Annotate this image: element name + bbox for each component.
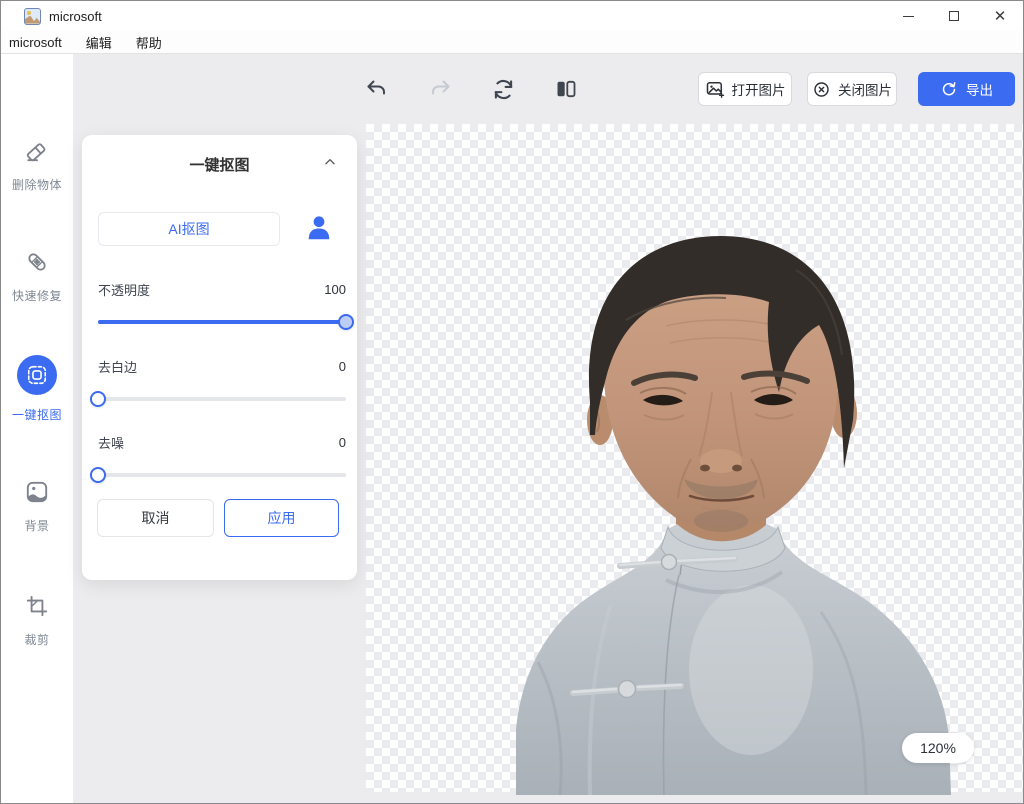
- apply-label: 应用: [268, 508, 296, 528]
- close-image-button[interactable]: 关闭图片: [807, 72, 897, 106]
- slider-value: 100: [324, 282, 346, 297]
- slider-value: 0: [339, 435, 346, 450]
- export-button[interactable]: 导出: [918, 72, 1015, 106]
- slider-label: 去噪: [98, 433, 124, 452]
- slider-label: 去白边: [98, 357, 137, 376]
- zoom-level-text: 120%: [920, 740, 956, 756]
- ai-matting-label: AI抠图: [168, 219, 209, 239]
- sidebar-item-label: 快速修复: [1, 287, 73, 304]
- close-image-icon: [812, 80, 831, 99]
- close-image-label: 关闭图片: [838, 79, 892, 99]
- eraser-icon: [1, 137, 73, 165]
- cutout-icon: [17, 355, 57, 395]
- menu-bar: microsoft 编辑 帮助: [1, 31, 1023, 54]
- menu-help[interactable]: 帮助: [136, 33, 162, 52]
- title-bar: microsoft ✕: [1, 1, 1023, 31]
- redo-icon: [428, 77, 452, 101]
- reset-button[interactable]: [488, 74, 518, 104]
- sidebar-item-background[interactable]: 背景: [1, 478, 73, 534]
- close-button[interactable]: ✕: [977, 1, 1023, 31]
- cancel-button[interactable]: 取消: [97, 499, 214, 537]
- sidebar-item-one-click-cutout[interactable]: 一键抠图: [1, 355, 73, 423]
- undo-button[interactable]: [362, 74, 392, 104]
- compare-button[interactable]: [551, 74, 581, 104]
- opacity-slider-group: 不透明度 100: [98, 280, 346, 324]
- bandage-icon: [1, 248, 73, 276]
- maximize-icon: [949, 11, 959, 21]
- apply-button[interactable]: 应用: [224, 499, 339, 537]
- denoise-slider-group: 去噪 0: [98, 433, 346, 477]
- sidebar: 删除物体 快: [1, 54, 73, 803]
- canvas[interactable]: 120%: [366, 124, 1023, 792]
- sidebar-item-crop[interactable]: 裁剪: [1, 592, 73, 648]
- panel-title: 一键抠图: [82, 154, 357, 175]
- zoom-level-badge[interactable]: 120%: [902, 733, 974, 763]
- compare-icon: [554, 77, 578, 101]
- window-title: microsoft: [49, 9, 102, 24]
- sidebar-item-label: 一键抠图: [1, 406, 73, 423]
- export-label: 导出: [966, 79, 993, 99]
- slider-thumb[interactable]: [338, 314, 354, 330]
- menu-edit[interactable]: 编辑: [86, 33, 112, 52]
- slider-thumb[interactable]: [90, 467, 106, 483]
- sidebar-item-remove-object[interactable]: 删除物体: [1, 137, 73, 193]
- slider-track[interactable]: [98, 397, 346, 401]
- slider-fill: [98, 320, 346, 324]
- editor-content: 打开图片 关闭图片 导出: [73, 54, 1023, 803]
- sidebar-item-label: 删除物体: [1, 176, 73, 193]
- slider-track[interactable]: [98, 473, 346, 477]
- open-image-button[interactable]: 打开图片: [698, 72, 792, 106]
- maximize-button[interactable]: [931, 1, 977, 31]
- app-logo-icon: [24, 8, 41, 25]
- minimize-button[interactable]: [885, 1, 931, 31]
- sidebar-item-quick-repair[interactable]: 快速修复: [1, 248, 73, 304]
- redo-button[interactable]: [425, 74, 455, 104]
- cancel-label: 取消: [142, 508, 170, 528]
- minimize-icon: [903, 16, 914, 17]
- close-icon: ✕: [994, 9, 1007, 24]
- sidebar-item-label: 背景: [1, 517, 73, 534]
- open-image-icon: [705, 79, 725, 99]
- undo-icon: [365, 77, 389, 101]
- ai-matting-button[interactable]: AI抠图: [98, 212, 280, 246]
- slider-thumb[interactable]: [90, 391, 106, 407]
- dewhite-slider-group: 去白边 0: [98, 357, 346, 401]
- person-icon[interactable]: [302, 211, 336, 245]
- cutout-panel: 一键抠图 AI抠图 不透明度: [82, 135, 357, 580]
- export-icon: [940, 80, 958, 98]
- menu-microsoft[interactable]: microsoft: [9, 35, 62, 50]
- chevron-up-icon: [323, 155, 337, 169]
- reset-icon: [491, 77, 516, 102]
- app-window: microsoft ✕ microsoft 编辑 帮助: [0, 0, 1024, 804]
- cutout-portrait-image: [516, 230, 951, 795]
- history-toolbar: [362, 74, 581, 104]
- collapse-panel-button[interactable]: [323, 155, 337, 169]
- crop-icon: [1, 592, 73, 620]
- slider-track[interactable]: [98, 320, 346, 324]
- image-icon: [1, 478, 73, 506]
- slider-label: 不透明度: [98, 280, 150, 299]
- slider-value: 0: [339, 359, 346, 374]
- open-image-label: 打开图片: [732, 79, 786, 99]
- sidebar-item-label: 裁剪: [1, 631, 73, 648]
